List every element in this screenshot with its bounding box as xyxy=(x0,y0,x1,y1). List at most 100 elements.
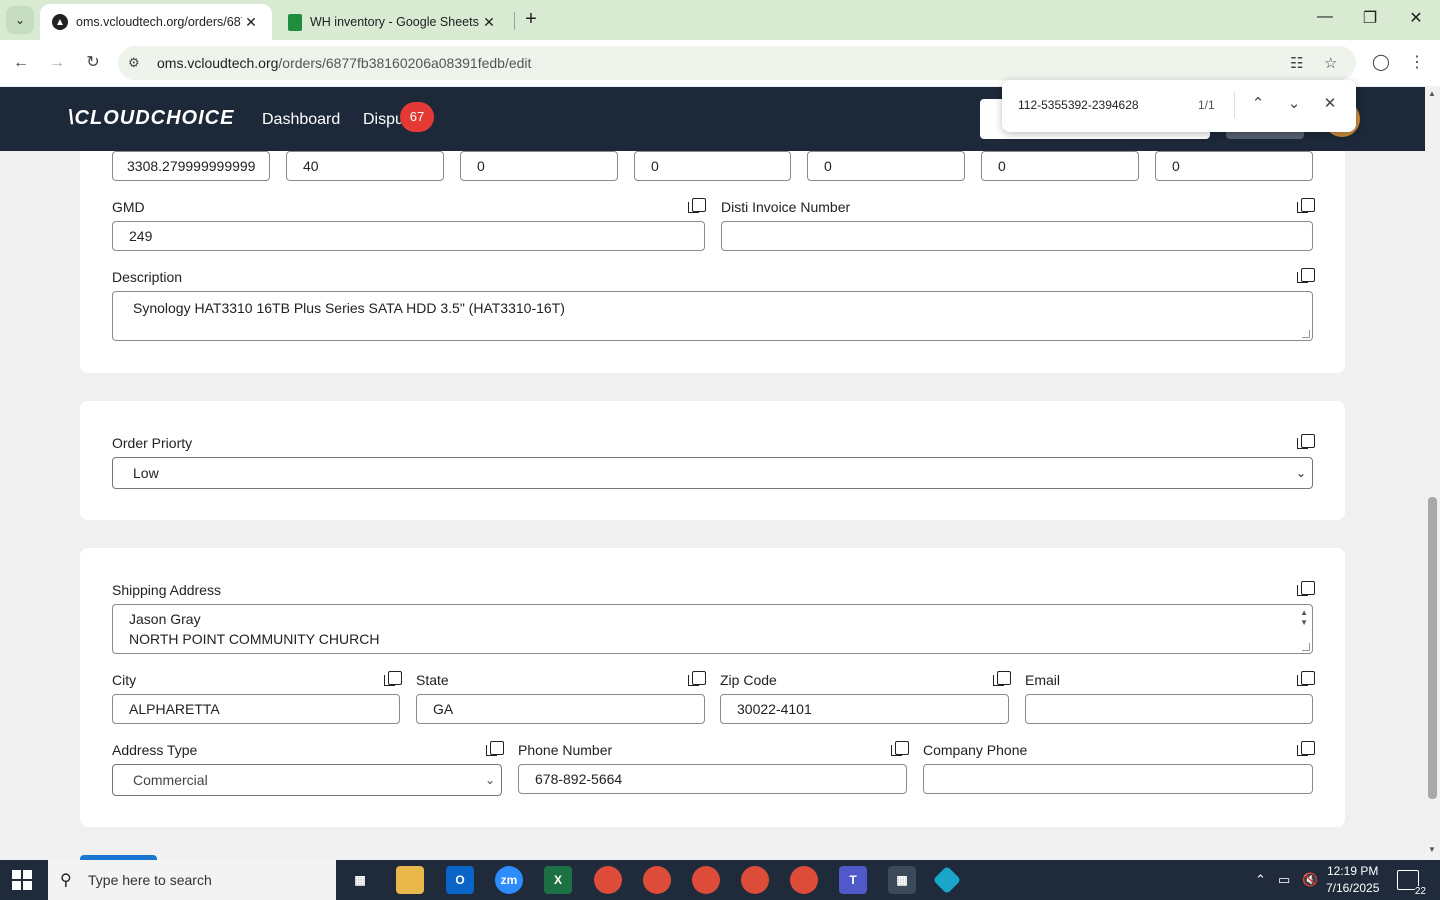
bookmark-star-icon[interactable]: ☆ xyxy=(1324,54,1337,72)
item-field-5[interactable]: 0 xyxy=(807,151,965,181)
description-text: Synology HAT3310 16TB Plus Series SATA H… xyxy=(133,300,565,316)
city-input[interactable]: ALPHARETTA xyxy=(112,694,400,724)
find-count: 1/1 xyxy=(1198,98,1215,112)
notification-count: 22 xyxy=(1414,886,1426,897)
volume-muted-icon[interactable]: 🔇 xyxy=(1302,872,1318,888)
copy-email-icon[interactable] xyxy=(1297,671,1315,686)
resize-handle[interactable] xyxy=(1302,330,1310,338)
new-tab-icon[interactable]: + xyxy=(520,8,542,30)
copy-state-icon[interactable] xyxy=(688,671,706,686)
taskbar-clock[interactable]: 12:19 PM 7/16/2025 xyxy=(1326,863,1379,897)
find-close-icon[interactable]: ✕ xyxy=(1319,94,1341,112)
file-explorer-icon[interactable] xyxy=(396,866,424,894)
back-icon[interactable]: ← xyxy=(10,52,32,74)
search-icon: ⚲ xyxy=(60,872,72,889)
company-phone-input[interactable] xyxy=(923,764,1313,794)
outlook-icon[interactable]: O xyxy=(446,866,474,894)
close-tab-icon[interactable]: ✕ xyxy=(480,14,498,31)
clock-date: 7/16/2025 xyxy=(1326,881,1380,895)
calculator-icon[interactable]: ▦ xyxy=(888,866,916,894)
site-settings-icon[interactable]: ⚙ xyxy=(128,55,140,71)
address-type-select[interactable]: Commercial ⌄ xyxy=(112,764,502,796)
close-tab-icon[interactable]: ✕ xyxy=(242,14,260,31)
gmd-label: GMD xyxy=(112,199,145,215)
nav-dashboard[interactable]: Dashboard xyxy=(262,111,340,129)
shipping-card: Shipping Address Jason Gray NORTH POINT … xyxy=(80,548,1345,827)
item-field-2[interactable]: 40 xyxy=(286,151,444,181)
app-diamond-icon[interactable] xyxy=(932,865,962,895)
chrome-icon[interactable] xyxy=(692,866,720,894)
excel-icon[interactable]: X xyxy=(544,866,572,894)
copy-order-priority-icon[interactable] xyxy=(1297,434,1315,449)
copy-zip-code-icon[interactable] xyxy=(993,671,1011,686)
profile-icon[interactable]: ◯ xyxy=(1370,52,1392,74)
shipping-address-textarea[interactable]: Jason Gray NORTH POINT COMMUNITY CHURCH … xyxy=(112,604,1313,654)
phone-number-label: Phone Number xyxy=(518,742,613,758)
tray-chevron-up-icon[interactable]: ⌃ xyxy=(1255,872,1266,888)
description-textarea[interactable]: Synology HAT3310 16TB Plus Series SATA H… xyxy=(112,291,1313,341)
page-content: 3308.279999999999 40 0 0 0 0 0 GMD 249 D… xyxy=(0,151,1425,860)
copy-shipping-address-icon[interactable] xyxy=(1297,581,1315,596)
minimize-icon[interactable]: — xyxy=(1313,8,1337,26)
nav-disputes[interactable]: Dispu xyxy=(363,111,404,129)
scroll-down-icon[interactable]: ▼ xyxy=(1428,845,1436,854)
find-query[interactable]: 112-5355392-2394628 xyxy=(1018,98,1139,112)
reload-icon[interactable]: ↻ xyxy=(82,52,104,74)
tab-search-menu-icon[interactable]: ⌄ xyxy=(6,6,34,34)
item-field-1[interactable]: 3308.279999999999 xyxy=(112,151,270,181)
chrome-icon[interactable] xyxy=(643,866,671,894)
windows-taskbar: ⚲ Type here to search ▦ O zm X T ▦ ⌃ ▭ 🔇… xyxy=(0,860,1440,900)
copy-address-type-icon[interactable] xyxy=(486,741,504,756)
order-priority-label: Order Priorty xyxy=(112,435,193,451)
chrome-icon[interactable] xyxy=(594,866,622,894)
scrollbar-thumb[interactable] xyxy=(1428,497,1437,799)
copy-company-phone-icon[interactable] xyxy=(1297,741,1315,756)
disti-invoice-label: Disti Invoice Number xyxy=(721,199,851,215)
address-line-1: Jason Gray xyxy=(129,611,201,627)
tab-oms[interactable]: ▲ oms.vcloudtech.org/orders/687 ✕ xyxy=(40,4,272,40)
page-scrollbar[interactable]: ▲ ▼ xyxy=(1425,87,1440,860)
restore-icon[interactable]: ❐ xyxy=(1358,8,1382,28)
taskbar-search-box[interactable]: ⚲ Type here to search xyxy=(48,860,336,900)
email-label: Email xyxy=(1025,672,1061,688)
network-icon[interactable]: ▭ xyxy=(1278,872,1290,888)
chrome-icon[interactable] xyxy=(790,866,818,894)
cloudchoice-logo[interactable]: \CLOUDCHOICE xyxy=(68,107,234,130)
email-input[interactable] xyxy=(1025,694,1313,724)
disti-invoice-input[interactable] xyxy=(721,221,1313,251)
close-window-icon[interactable]: ✕ xyxy=(1404,8,1428,28)
address-bar[interactable]: ⚙ oms.vcloudtech.org/orders/6877fb381602… xyxy=(118,46,1356,80)
resize-handle[interactable] xyxy=(1302,643,1310,651)
item-field-3[interactable]: 0 xyxy=(460,151,618,181)
copy-phone-number-icon[interactable] xyxy=(891,741,909,756)
forward-icon[interactable]: → xyxy=(46,52,68,74)
windows-start-icon[interactable] xyxy=(12,870,32,890)
tab-sheets[interactable]: WH inventory - Google Sheets ✕ xyxy=(276,4,510,40)
order-priority-select[interactable]: Low ⌄ xyxy=(112,457,1313,489)
zoom-icon[interactable]: zm xyxy=(495,866,523,894)
item-field-7[interactable]: 0 xyxy=(1155,151,1313,181)
page-search-icon[interactable]: ☷ xyxy=(1290,54,1303,72)
notifications-icon[interactable]: 22 xyxy=(1397,870,1426,897)
copy-description-icon[interactable] xyxy=(1297,268,1315,283)
state-input[interactable]: GA xyxy=(416,694,705,724)
textarea-scroll-arrows[interactable]: ▲ ▼ xyxy=(1300,608,1308,628)
gmd-input[interactable]: 249 xyxy=(112,221,705,251)
copy-city-icon[interactable] xyxy=(384,671,402,686)
copy-disti-invoice-icon[interactable] xyxy=(1297,198,1315,213)
chrome-icon[interactable] xyxy=(741,866,769,894)
browser-menu-icon[interactable]: ⋮ xyxy=(1406,52,1428,74)
address-type-label: Address Type xyxy=(112,742,198,758)
teams-icon[interactable]: T xyxy=(839,866,867,894)
address-line-2: NORTH POINT COMMUNITY CHURCH xyxy=(129,631,380,647)
find-previous-icon[interactable]: ⌃ xyxy=(1247,94,1269,112)
item-field-6[interactable]: 0 xyxy=(981,151,1139,181)
tab-title: oms.vcloudtech.org/orders/687 xyxy=(76,15,242,29)
item-field-4[interactable]: 0 xyxy=(634,151,791,181)
task-view-icon[interactable]: ▦ xyxy=(346,866,374,894)
zip-code-input[interactable]: 30022-4101 xyxy=(720,694,1009,724)
scroll-up-icon[interactable]: ▲ xyxy=(1428,89,1436,98)
phone-number-input[interactable]: 678-892-5664 xyxy=(518,764,907,794)
find-next-icon[interactable]: ⌄ xyxy=(1283,94,1305,112)
copy-gmd-icon[interactable] xyxy=(688,198,706,213)
